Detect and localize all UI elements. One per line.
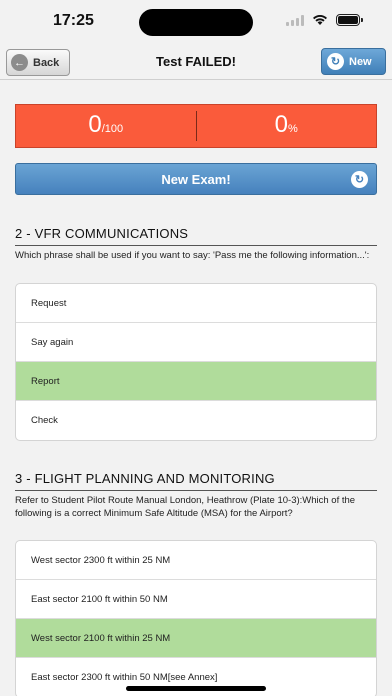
status-bar: 17:25	[0, 0, 392, 44]
new-exam-label: New Exam!	[161, 171, 231, 187]
points-score: 0 /100	[16, 105, 196, 147]
status-time: 17:25	[53, 12, 94, 29]
percent-value: 0	[274, 111, 289, 138]
percent-score: 0 %	[197, 105, 377, 147]
question-title: 3 - FLIGHT PLANNING AND MONITORING	[15, 471, 377, 491]
points-max: /100	[101, 123, 124, 135]
answer-list: West sector 2300 ft within 25 NM East se…	[15, 540, 377, 696]
answer-option-correct[interactable]: Report	[16, 362, 376, 401]
new-label: New	[349, 55, 372, 68]
answer-list: Request Say again Report Check	[15, 283, 377, 441]
dynamic-island	[139, 9, 253, 36]
answer-option[interactable]: East sector 2100 ft within 50 NM	[16, 580, 376, 619]
question-text: Which phrase shall be used if you want t…	[15, 250, 370, 261]
answer-option[interactable]: Say again	[16, 323, 376, 362]
score-panel: 0 /100 0 %	[15, 104, 377, 148]
battery-icon	[336, 14, 363, 26]
home-indicator[interactable]	[126, 686, 266, 691]
answer-option[interactable]: Request	[16, 284, 376, 323]
cellular-signal-icon	[286, 14, 304, 26]
question-text: Refer to Student Pilot Route Manual Lond…	[15, 495, 356, 519]
nav-bar: ← Back Test FAILED! ↻ New	[0, 44, 392, 80]
percent-unit: %	[288, 123, 298, 135]
wifi-icon	[313, 15, 327, 25]
new-test-button[interactable]: ↻ New	[321, 48, 386, 75]
refresh-icon: ↻	[327, 53, 344, 70]
answer-option[interactable]: West sector 2300 ft within 25 NM	[16, 541, 376, 580]
refresh-icon: ↻	[351, 171, 368, 188]
points-value: 0	[88, 111, 102, 138]
answer-option[interactable]: Check	[16, 401, 376, 440]
status-icons	[286, 14, 363, 26]
new-exam-button[interactable]: New Exam! ↻	[15, 163, 377, 195]
question-title: 2 - VFR COMMUNICATIONS	[15, 226, 377, 246]
answer-option-correct[interactable]: West sector 2100 ft within 25 NM	[16, 619, 376, 658]
